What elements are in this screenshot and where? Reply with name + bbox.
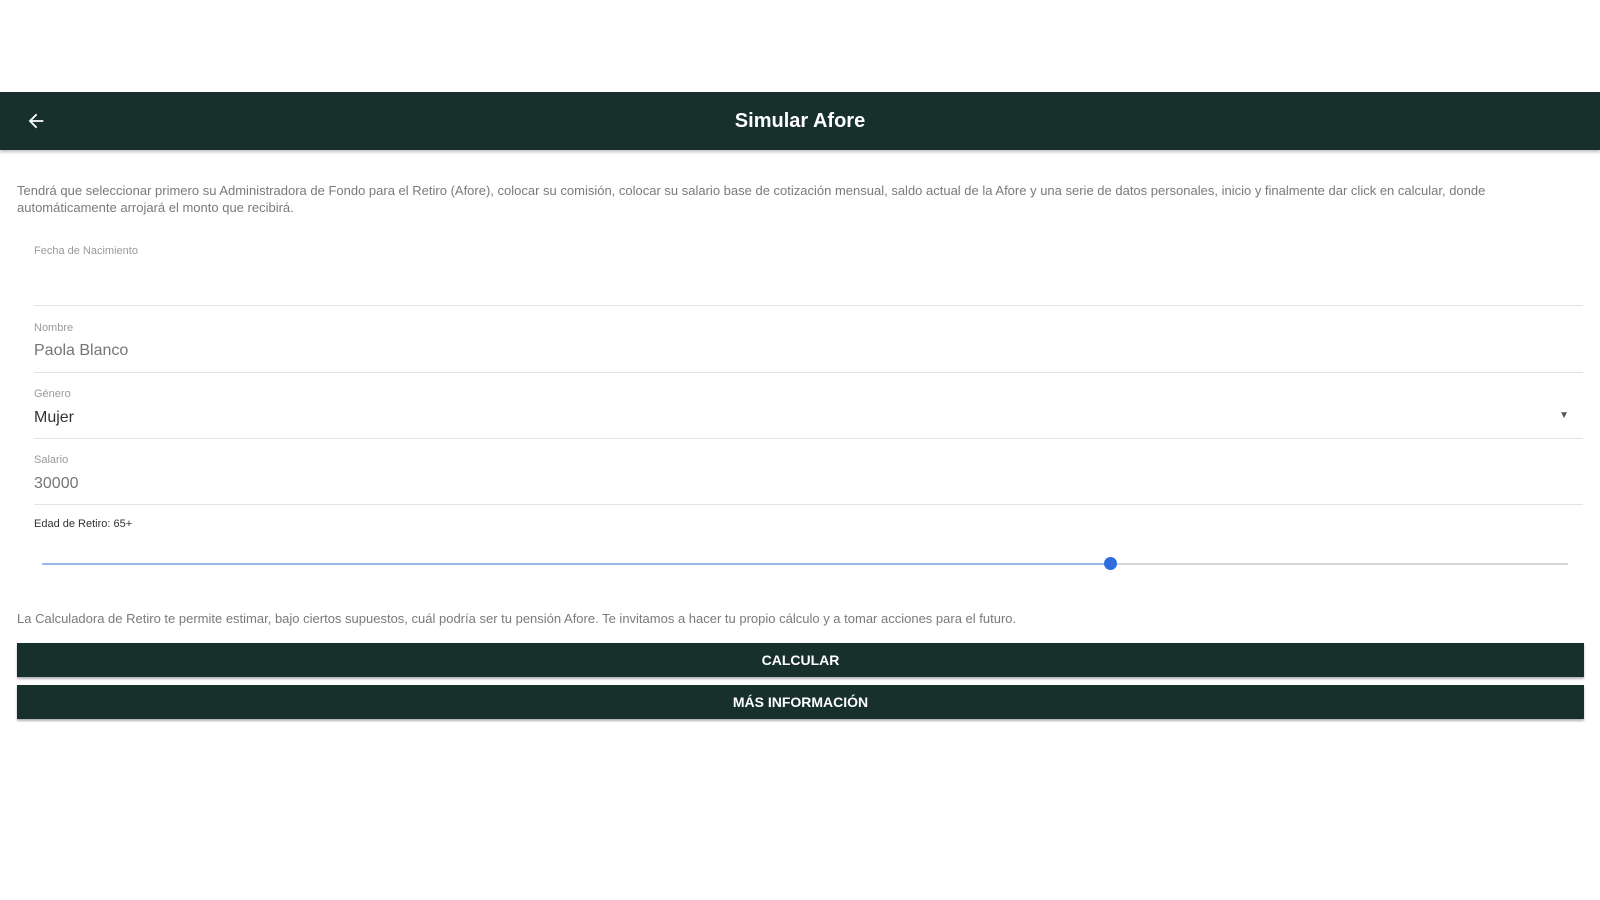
slider-thumb[interactable] xyxy=(1104,557,1118,570)
page-title: Simular Afore xyxy=(734,110,866,132)
retirement-age-slider[interactable] xyxy=(42,557,1568,570)
gender-select[interactable]: Mujer xyxy=(34,409,1514,427)
calculate-button[interactable]: CALCULAR xyxy=(17,643,1584,677)
app-bar: Simular Afore xyxy=(0,92,1600,150)
page: Simular Afore Tendrá que seleccionar pri… xyxy=(0,0,1600,900)
calculator-note: La Calculadora de Retiro te permite esti… xyxy=(17,611,1017,626)
salary-input[interactable] xyxy=(34,475,1514,493)
birthdate-input[interactable] xyxy=(34,273,1514,291)
dropdown-arrow-icon[interactable]: ▼ xyxy=(1559,410,1569,421)
salary-label: Salario xyxy=(34,454,69,466)
gender-label: Género xyxy=(34,388,71,400)
intro-text: Tendrá que seleccionar primero su Admini… xyxy=(17,183,1486,215)
name-input[interactable] xyxy=(34,342,1514,360)
salary-field[interactable]: Salario xyxy=(34,454,1583,505)
birthdate-field[interactable]: Fecha de Nacimiento xyxy=(34,245,1583,306)
name-field[interactable]: Nombre xyxy=(34,322,1583,373)
gender-field[interactable]: Género Mujer ▼ xyxy=(34,388,1583,439)
more-info-button[interactable]: MÁS INFORMACIÓN xyxy=(17,685,1584,719)
name-label: Nombre xyxy=(34,322,74,334)
retirement-age-label: Edad de Retiro: 65+ xyxy=(34,518,133,530)
slider-fill xyxy=(42,563,1111,565)
birthdate-label: Fecha de Nacimiento xyxy=(34,245,138,257)
